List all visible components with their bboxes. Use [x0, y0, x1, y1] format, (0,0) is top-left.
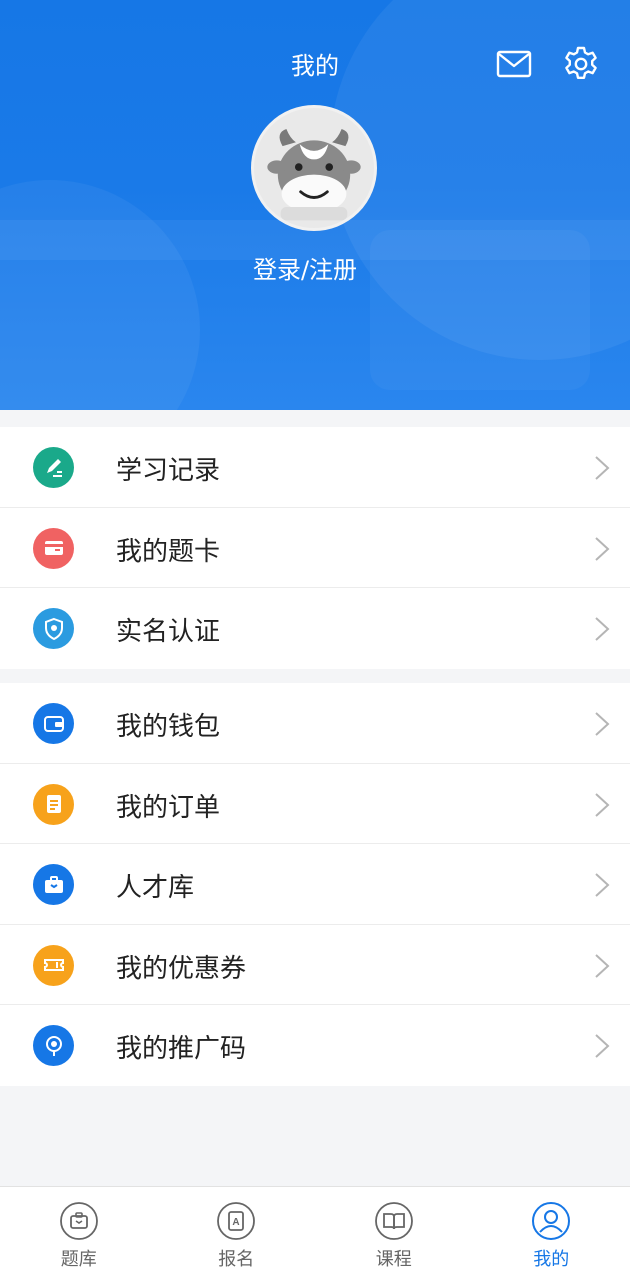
header-decoration	[0, 180, 200, 410]
menu-item-label: 我的题卡	[116, 536, 221, 567]
chevron-right-icon	[595, 953, 610, 978]
chevron-right-icon	[595, 873, 610, 897]
login-register-link[interactable]: 登录/注册	[0, 250, 610, 285]
chevron-right-icon	[595, 456, 610, 480]
bottom-tab-bar: 题库 A 报名 课程 我的	[0, 1186, 630, 1280]
wallet-icon	[33, 703, 74, 744]
menu-item-label: 人才库	[116, 873, 195, 903]
briefcase-icon	[33, 864, 74, 905]
settings-button[interactable]	[562, 45, 600, 83]
menu-item-label: 实名认证	[116, 617, 221, 647]
menu-group-account: 学习记录 我的题卡 实名认证	[0, 427, 630, 669]
menu-item-label: 我的订单	[116, 792, 221, 823]
menu-item-coupons[interactable]: 我的优惠券	[0, 925, 630, 1005]
menu-item-promo-code[interactable]: 我的推广码	[0, 1005, 630, 1086]
menu-item-orders[interactable]: 我的订单	[0, 764, 630, 844]
menu-item-real-name-verify[interactable]: 实名认证	[0, 588, 630, 669]
tab-register[interactable]: A 报名	[158, 1187, 316, 1280]
card-icon	[33, 527, 74, 569]
chevron-right-icon	[595, 712, 610, 736]
course-book-icon	[374, 1202, 413, 1240]
register-icon: A	[217, 1202, 256, 1240]
question-bank-icon	[59, 1202, 98, 1240]
tab-profile[interactable]: 我的	[473, 1187, 630, 1280]
order-list-icon	[33, 783, 74, 825]
menu-item-label: 我的推广码	[116, 1034, 247, 1064]
gear-icon	[565, 46, 597, 79]
pencil-edit-icon	[33, 447, 74, 488]
menu-item-wallet[interactable]: 我的钱包	[0, 683, 630, 764]
page-title: 我的	[291, 52, 339, 80]
menu-group-services: 我的钱包 我的订单 人才库 我的优惠券 我的推广码	[0, 683, 630, 1086]
mail-icon	[496, 50, 532, 78]
tab-label: 课程	[375, 1249, 412, 1270]
chevron-right-icon	[595, 1034, 610, 1058]
chevron-right-icon	[595, 536, 610, 561]
profile-header: 我的 登录/注册	[0, 0, 630, 410]
shield-verify-icon	[33, 608, 74, 649]
tab-label: 报名	[218, 1249, 255, 1270]
cow-mascot-icon	[267, 128, 361, 221]
menu-item-study-record[interactable]: 学习记录	[0, 427, 630, 508]
menu-item-question-card[interactable]: 我的题卡	[0, 508, 630, 588]
coupon-icon	[33, 944, 74, 986]
profile-icon	[532, 1202, 571, 1240]
tab-label: 我的	[533, 1249, 570, 1270]
tab-course[interactable]: 课程	[315, 1187, 473, 1280]
menu-item-talent-pool[interactable]: 人才库	[0, 844, 630, 925]
chevron-right-icon	[595, 792, 610, 817]
tab-question-bank[interactable]: 题库	[0, 1187, 158, 1280]
tab-label: 题库	[60, 1249, 97, 1270]
svg-text:A: A	[233, 1217, 240, 1228]
menu-item-label: 我的优惠券	[116, 953, 247, 984]
message-button[interactable]	[496, 46, 532, 82]
promo-code-icon	[33, 1025, 74, 1066]
menu-item-label: 我的钱包	[116, 712, 221, 742]
menu-item-label: 学习记录	[116, 456, 221, 486]
avatar[interactable]	[251, 105, 377, 231]
chevron-right-icon	[595, 617, 610, 641]
